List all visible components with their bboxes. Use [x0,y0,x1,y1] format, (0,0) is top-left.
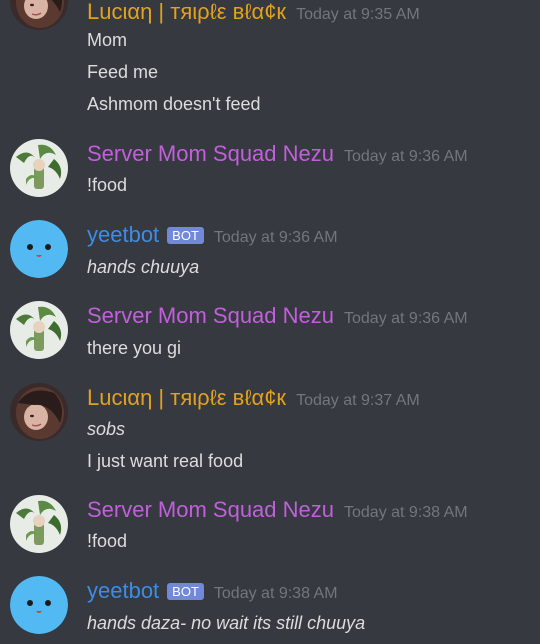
timestamp[interactable]: Today at 9:36 AM [214,223,338,253]
user-avatar[interactable] [10,383,68,441]
user-avatar[interactable] [10,139,68,197]
message-text: Feed me [87,62,159,82]
bot-avatar[interactable] [10,220,68,278]
timestamp[interactable]: Today at 9:36 AM [344,304,468,334]
username[interactable]: Lucιαη | тяιρℓε вℓα¢к [87,0,286,27]
message-text: there you gi [87,338,182,358]
timestamp[interactable]: Today at 9:36 AM [344,142,468,172]
username[interactable]: Lucιαη | тяιρℓε вℓα¢к [87,383,286,413]
username[interactable]: yeetbot [87,576,159,606]
message-text: hands chuuya [87,257,200,277]
message-text: sobs [87,419,126,439]
message-text: !food [87,175,128,195]
timestamp[interactable]: Today at 9:35 AM [296,0,420,30]
bot-avatar[interactable] [10,576,68,634]
timestamp[interactable]: Today at 9:38 AM [214,579,338,609]
message-text: !food [87,531,128,551]
username[interactable]: Server Mom Squad Nezu [87,301,334,331]
message-header: Server Mom Squad Nezu Today at 9:38 AM [87,495,468,525]
message-text: hands daza- no wait its still chuuya [87,613,366,633]
chat-message-feed: Lucιαη | тяιρℓε вℓα¢к Today at 9:35 AM M… [0,0,540,644]
message-header: yeetbot BOT Today at 9:38 AM [87,576,338,606]
username[interactable]: Server Mom Squad Nezu [87,495,334,525]
bot-badge: BOT [167,583,204,600]
message-text: Ashmom doesn't feed [87,94,261,114]
username[interactable]: Server Mom Squad Nezu [87,139,334,169]
message-text: I just want real food [87,451,244,471]
message-text: Mom [87,30,127,50]
timestamp[interactable]: Today at 9:37 AM [296,386,420,416]
message-header: Server Mom Squad Nezu Today at 9:36 AM [87,139,468,169]
timestamp[interactable]: Today at 9:38 AM [344,498,468,528]
user-avatar[interactable] [10,495,68,553]
bot-badge: BOT [167,227,204,244]
user-avatar[interactable] [10,0,68,30]
message-header: Lucιαη | тяιρℓε вℓα¢к Today at 9:35 AM [87,0,420,27]
user-avatar[interactable] [10,301,68,359]
message-header: Server Mom Squad Nezu Today at 9:36 AM [87,301,468,331]
message-header: yeetbot BOT Today at 9:36 AM [87,220,338,250]
message-header: Lucιαη | тяιρℓε вℓα¢к Today at 9:37 AM [87,383,420,413]
username[interactable]: yeetbot [87,220,159,250]
